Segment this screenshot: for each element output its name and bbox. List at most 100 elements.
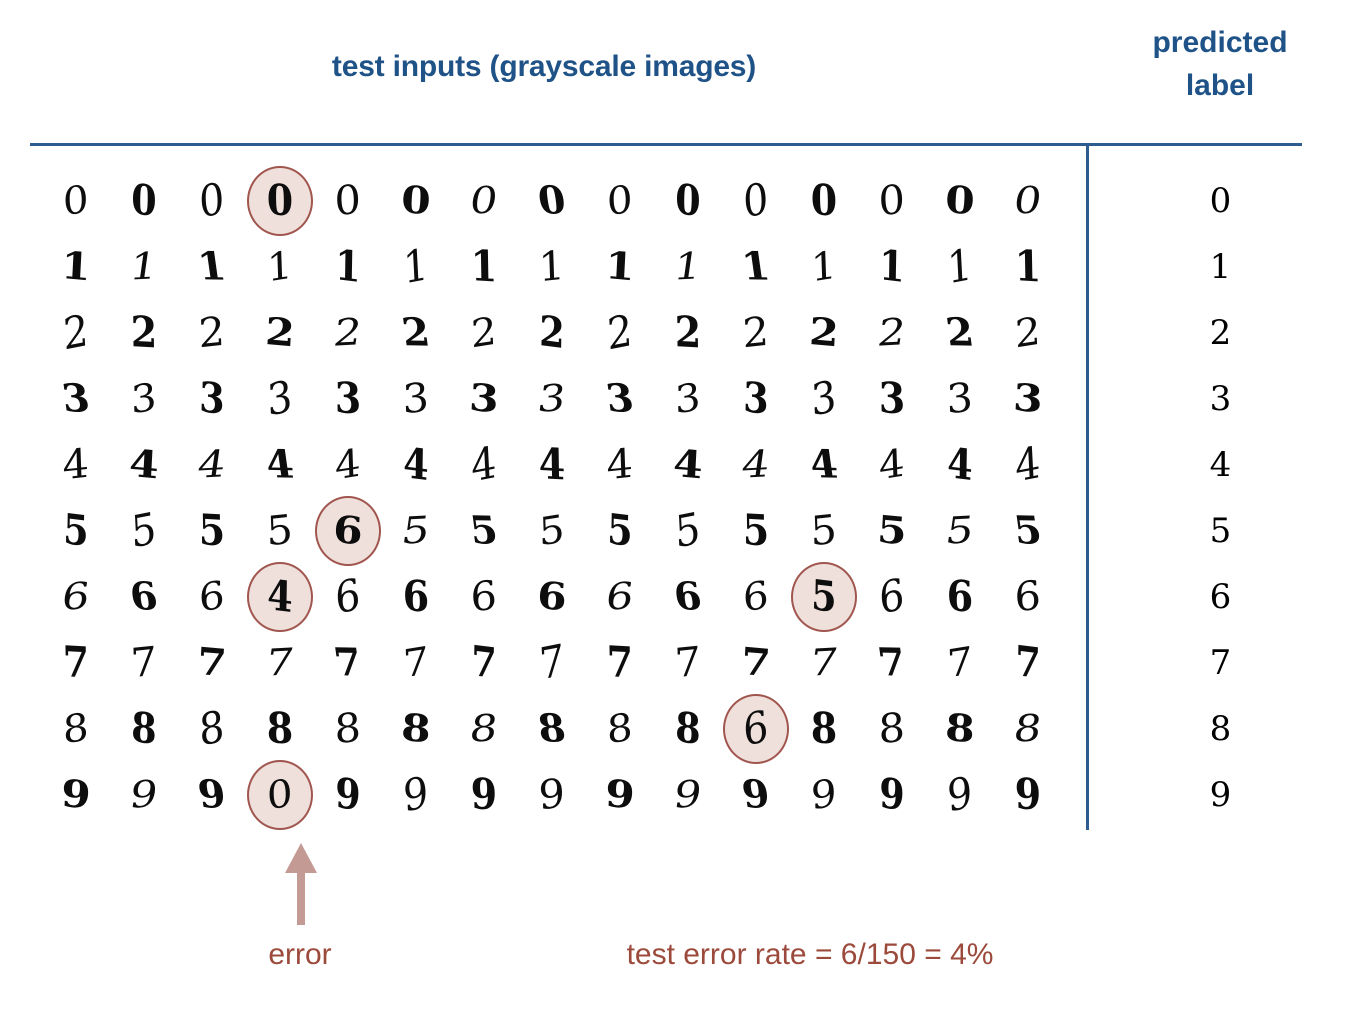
digit-row: 444444444444444 [42,432,1062,498]
handwritten-digit: 4 [266,570,294,623]
handwritten-digit: 9 [739,771,773,818]
digit-cell: 6 [655,564,721,630]
digit-cell: 4 [927,432,993,498]
handwritten-digit: 3 [946,374,974,424]
digit-cell: 4 [451,432,517,498]
handwritten-digit: 5 [467,507,501,554]
test-inputs-heading: test inputs (grayscale images) [331,50,757,83]
digit-cell: 2 [315,300,381,366]
handwritten-digit: 5 [742,504,770,557]
handwritten-digit: 3 [742,372,770,425]
handwritten-digit: 2 [742,308,770,358]
handwritten-digit: 2 [538,306,566,359]
predicted-label-value: 9 [1209,775,1232,815]
digit-cell: 2 [451,300,517,366]
digit-cell: 3 [859,366,925,432]
handwritten-digit: 3 [198,372,226,425]
header-divider-horizontal [30,143,1302,146]
handwritten-digit: 8 [198,701,226,757]
digit-cell: 7 [655,630,721,696]
digit-cell: 5 [859,498,925,564]
digit-cell: 5 [111,498,177,564]
handwritten-digit: 9 [195,771,229,818]
handwritten-digit: 4 [128,441,160,488]
handwritten-digit: 6 [536,573,568,620]
handwritten-digit: 4 [538,438,566,491]
handwritten-digit: 2 [470,308,498,358]
digit-cell: 3 [111,366,177,432]
digit-cell: 2 [995,300,1061,366]
predicted-label-row: 5 [1089,498,1352,564]
digit-cell: 9 [927,762,993,828]
digit-cell: 6 [315,564,381,630]
digit-cell: 2 [791,300,857,366]
handwritten-digit: 0 [810,174,838,227]
handwritten-digit: 9 [402,767,430,823]
handwritten-digit: 7 [196,639,228,686]
digit-cell: 9 [43,762,109,828]
digit-cell: 1 [315,234,381,300]
handwritten-digit: 5 [130,503,158,559]
handwritten-digit: 4 [878,440,906,490]
digit-cell: 2 [247,300,313,366]
handwritten-digit: 0 [606,176,634,226]
handwritten-digit: 3 [1012,375,1044,422]
handwritten-digit: 4 [402,438,430,491]
digit-cell-error: 4 [247,562,313,632]
handwritten-digit: 1 [946,239,974,295]
handwritten-digit: 0 [944,177,976,224]
handwritten-digit: 0 [62,176,90,226]
digit-cell: 4 [247,432,313,498]
predicted-label-value: 2 [1209,313,1232,353]
digit-cell: 7 [43,630,109,696]
digit-cell: 8 [383,696,449,762]
handwritten-digit: 8 [944,705,976,752]
predicted-label-row: 6 [1089,564,1352,630]
digit-cell: 2 [383,300,449,366]
handwritten-digit: 8 [810,702,838,755]
handwritten-digit: 7 [331,639,365,686]
digit-row: 000000000000000 [42,166,1062,236]
digit-cell: 4 [383,432,449,498]
handwritten-digit: 5 [876,507,908,554]
digit-cell: 9 [995,762,1061,828]
handwritten-digit: 8 [606,704,634,754]
digit-cell: 8 [179,696,245,762]
digit-cell: 8 [995,696,1061,762]
handwritten-digit: 3 [674,374,702,424]
digit-cell: 7 [995,630,1061,696]
handwritten-digit: 9 [127,772,161,818]
digit-cell: 8 [111,696,177,762]
digit-cell: 9 [519,762,585,828]
digit-cell: 6 [995,564,1061,630]
handwritten-digit: 9 [878,768,906,821]
handwritten-digit: 7 [1014,636,1042,689]
predicted-label-value: 1 [1209,247,1232,287]
handwritten-digit: 0 [674,174,702,227]
handwritten-digit: 4 [807,441,841,488]
handwritten-digit: 2 [1014,308,1042,358]
digit-cell: 0 [655,168,721,234]
digit-cell: 0 [179,168,245,234]
predicted-label-row: 0 [1089,168,1352,234]
digit-cell: 3 [927,366,993,432]
digit-row: 888888888868888 [42,694,1062,764]
digit-cell: 8 [451,696,517,762]
digit-cell: 8 [247,696,313,762]
handwritten-digit: 7 [875,639,909,686]
handwritten-digit: 1 [810,242,838,292]
digit-cell: 0 [519,168,585,234]
digit-cell: 6 [383,564,449,630]
handwritten-digit: 6 [334,569,362,625]
handwritten-digit: 3 [535,376,569,422]
digit-cell: 7 [383,630,449,696]
digit-cell: 8 [655,696,721,762]
handwritten-digit: 6 [742,572,770,622]
handwritten-digit: 0 [1011,178,1045,224]
predicted-label-row: 1 [1089,234,1352,300]
digit-cell: 3 [655,366,721,432]
digit-row: 111111111111111 [42,234,1062,300]
digit-cell: 1 [995,234,1061,300]
digit-cell: 3 [723,366,789,432]
handwritten-digit: 3 [130,374,158,424]
